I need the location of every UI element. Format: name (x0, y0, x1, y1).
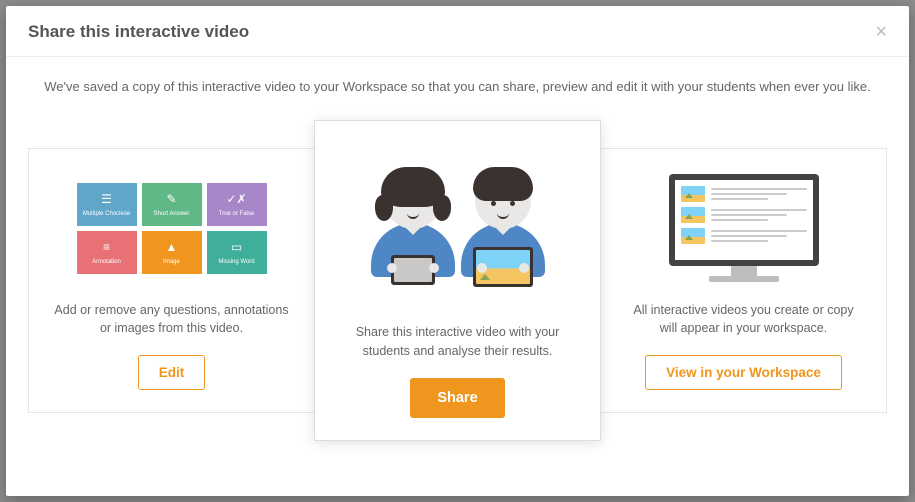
view-workspace-button[interactable]: View in your Workspace (645, 355, 842, 390)
option-cards: ☰ Multiple Choclese ✎ Short Answer ✓✗ Tr… (28, 120, 887, 474)
workspace-illustration (644, 173, 844, 283)
edit-button[interactable]: Edit (138, 355, 206, 390)
tile-label: Annotation (92, 259, 121, 265)
tile-annotation: ≡ Annotation (77, 231, 137, 274)
tile-label: Short Answer (154, 211, 190, 217)
image-icon: ▲ (166, 240, 178, 254)
tile-missing-word: ▭ Missing Word (207, 231, 267, 274)
check-icon: ✓✗ (226, 192, 246, 206)
close-icon[interactable]: × (875, 22, 887, 42)
tile-image: ▲ Image (142, 231, 202, 274)
share-illustration (358, 145, 558, 305)
lines-icon: ≡ (103, 240, 110, 254)
blank-icon: ▭ (231, 240, 242, 254)
tablet-icon (391, 255, 435, 285)
edit-illustration: ☰ Multiple Choclese ✎ Short Answer ✓✗ Tr… (72, 173, 272, 283)
student-girl-icon (371, 173, 455, 277)
tile-label: True or False (219, 211, 254, 217)
monitor-icon (669, 174, 819, 282)
card-edit-text: Add or remove any questions, annotations… (47, 301, 296, 337)
modal-body: We've saved a copy of this interactive v… (6, 57, 909, 496)
tile-multiple-choice: ☰ Multiple Choclese (77, 183, 137, 226)
student-boy-icon (461, 173, 545, 277)
tile-true-false: ✓✗ True or False (207, 183, 267, 226)
card-share-text: Share this interactive video with your s… (333, 323, 582, 359)
modal-header: Share this interactive video × (6, 6, 909, 57)
modal-intro-text: We've saved a copy of this interactive v… (28, 57, 887, 120)
card-workspace-text: All interactive videos you create or cop… (619, 301, 868, 337)
tile-short-answer: ✎ Short Answer (142, 183, 202, 226)
tile-label: Image (163, 259, 180, 265)
share-video-modal: Share this interactive video × We've sav… (6, 6, 909, 496)
tile-label: Missing Word (218, 259, 254, 265)
share-button[interactable]: Share (410, 378, 504, 418)
card-share: Share this interactive video with your s… (314, 120, 601, 441)
card-edit: ☰ Multiple Choclese ✎ Short Answer ✓✗ Tr… (28, 148, 315, 413)
pencil-icon: ✎ (166, 192, 176, 206)
tile-label: Multiple Choclese (83, 211, 130, 217)
list-icon: ☰ (101, 192, 112, 206)
modal-title: Share this interactive video (28, 22, 249, 42)
card-workspace: All interactive videos you create or cop… (600, 148, 887, 413)
